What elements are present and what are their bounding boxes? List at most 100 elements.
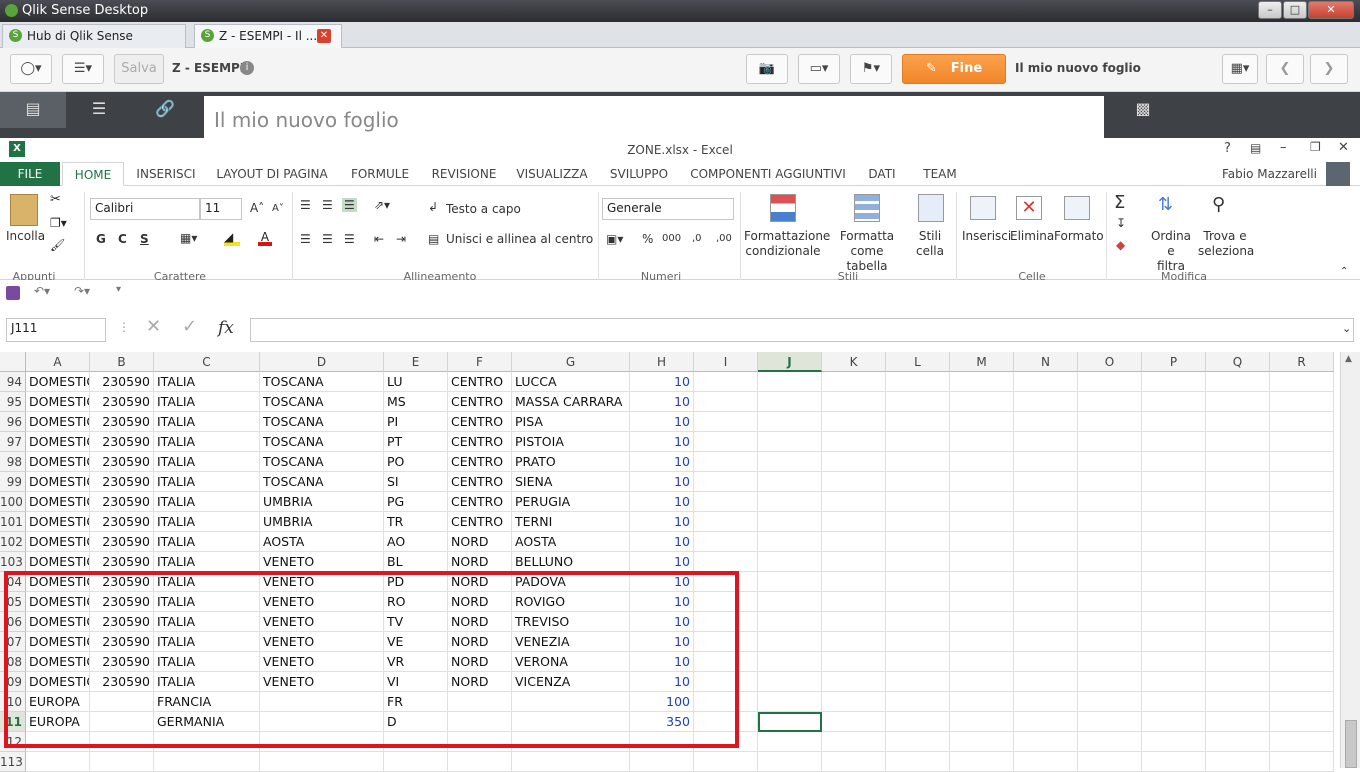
- cell-f[interactable]: NORD: [448, 552, 512, 572]
- cell-m[interactable]: [950, 452, 1014, 472]
- cell-n[interactable]: [1014, 672, 1078, 692]
- close-window-button[interactable]: ✕: [1308, 1, 1354, 19]
- cell-h[interactable]: 10: [630, 372, 694, 392]
- cell-f[interactable]: [448, 752, 512, 772]
- cell-o[interactable]: [1078, 372, 1142, 392]
- cell-c[interactable]: ITALIA: [154, 472, 260, 492]
- cell-n[interactable]: [1014, 692, 1078, 712]
- cell-a[interactable]: DOMESTIC: [26, 552, 90, 572]
- align-middle-icon[interactable]: ☰: [322, 198, 333, 212]
- cell-l[interactable]: [886, 712, 950, 732]
- cell-o[interactable]: [1078, 532, 1142, 552]
- cell-k[interactable]: [822, 612, 886, 632]
- cell-j[interactable]: [758, 592, 822, 612]
- cell-h[interactable]: [630, 752, 694, 772]
- align-top-icon[interactable]: ☰: [300, 198, 311, 212]
- cell-r[interactable]: [1270, 632, 1334, 652]
- cell-r[interactable]: [1270, 692, 1334, 712]
- orientation-icon[interactable]: ⇗▾: [374, 198, 390, 212]
- cell-g[interactable]: TERNI: [512, 512, 630, 532]
- formula-input[interactable]: [250, 318, 1354, 342]
- font-color-icon[interactable]: A: [258, 230, 272, 246]
- align-bottom-icon[interactable]: ☰: [342, 198, 357, 212]
- cancel-entry-icon[interactable]: ✕: [146, 316, 161, 337]
- cell-c[interactable]: ITALIA: [154, 392, 260, 412]
- column-header-l[interactable]: L: [886, 352, 950, 372]
- cell-m[interactable]: [950, 412, 1014, 432]
- cell-d[interactable]: TOSCANA: [260, 452, 384, 472]
- cell-b[interactable]: [90, 752, 154, 772]
- cell-i[interactable]: [694, 372, 758, 392]
- cell-e[interactable]: PG: [384, 492, 448, 512]
- cell-j[interactable]: [758, 612, 822, 632]
- format-as-table-icon[interactable]: [854, 194, 880, 222]
- cell-q[interactable]: [1206, 732, 1270, 752]
- cell-k[interactable]: [822, 732, 886, 752]
- conditional-formatting-button[interactable]: Formattazione condizionale: [744, 229, 830, 259]
- cell-g[interactable]: MASSA CARRARA: [512, 392, 630, 412]
- name-box[interactable]: J111: [6, 318, 106, 342]
- fields-panel-tab[interactable]: ☰: [66, 92, 132, 128]
- paste-icon[interactable]: [10, 194, 38, 226]
- tab-team[interactable]: TEAM: [916, 162, 964, 186]
- cell-k[interactable]: [822, 752, 886, 772]
- sort-filter-button[interactable]: Ordina e filtra: [1146, 229, 1196, 274]
- cell-c[interactable]: ITALIA: [154, 452, 260, 472]
- cell-k[interactable]: [822, 712, 886, 732]
- cell-p[interactable]: [1142, 692, 1206, 712]
- font-name-select[interactable]: Calibri: [90, 198, 200, 220]
- active-cell[interactable]: [758, 712, 822, 732]
- cell-j[interactable]: [758, 492, 822, 512]
- cell-q[interactable]: [1206, 752, 1270, 772]
- cell-a[interactable]: DOMESTIC: [26, 492, 90, 512]
- column-header-m[interactable]: M: [950, 352, 1014, 372]
- cell-r[interactable]: [1270, 712, 1334, 732]
- column-header-j[interactable]: J: [758, 352, 822, 372]
- cell-j[interactable]: [758, 552, 822, 572]
- select-all-corner[interactable]: [0, 352, 26, 372]
- cell-p[interactable]: [1142, 452, 1206, 472]
- cell-m[interactable]: [950, 552, 1014, 572]
- cell-n[interactable]: [1014, 552, 1078, 572]
- cell-a[interactable]: DOMESTIC: [26, 412, 90, 432]
- cell-b[interactable]: 230590: [90, 412, 154, 432]
- row-header[interactable]: 101: [0, 512, 26, 532]
- tab-formulas[interactable]: FORMULE: [344, 162, 416, 186]
- cell-e[interactable]: PO: [384, 452, 448, 472]
- cell-o[interactable]: [1078, 652, 1142, 672]
- cell-g[interactable]: PISA: [512, 412, 630, 432]
- cell-n[interactable]: [1014, 412, 1078, 432]
- cell-styles-button[interactable]: Stili cella: [910, 229, 950, 259]
- column-header-p[interactable]: P: [1142, 352, 1206, 372]
- cell-d[interactable]: TOSCANA: [260, 472, 384, 492]
- maximize-button[interactable]: □: [1283, 1, 1307, 19]
- minimize-button[interactable]: –: [1258, 1, 1282, 19]
- cell-m[interactable]: [950, 652, 1014, 672]
- cell-j[interactable]: [758, 692, 822, 712]
- cell-g[interactable]: [512, 752, 630, 772]
- cell-i[interactable]: [694, 472, 758, 492]
- cell-d[interactable]: AOSTA: [260, 532, 384, 552]
- format-cells-icon[interactable]: [1064, 196, 1090, 220]
- cell-i[interactable]: [694, 392, 758, 412]
- row-header[interactable]: 97: [0, 432, 26, 452]
- cell-l[interactable]: [886, 572, 950, 592]
- cell-q[interactable]: [1206, 532, 1270, 552]
- format-cells-button[interactable]: Formato: [1054, 229, 1104, 243]
- cell-r[interactable]: [1270, 412, 1334, 432]
- cell-m[interactable]: [950, 692, 1014, 712]
- percent-icon[interactable]: %: [642, 232, 653, 246]
- cell-n[interactable]: [1014, 392, 1078, 412]
- cell-d[interactable]: TOSCANA: [260, 432, 384, 452]
- cell-d[interactable]: UMBRIA: [260, 512, 384, 532]
- insert-cells-button[interactable]: Inserisci: [962, 229, 1011, 243]
- cell-l[interactable]: [886, 372, 950, 392]
- increase-font-icon[interactable]: A˄: [250, 201, 264, 215]
- cell-m[interactable]: [950, 512, 1014, 532]
- cell-g[interactable]: AOSTA: [512, 532, 630, 552]
- cell-m[interactable]: [950, 492, 1014, 512]
- cell-c[interactable]: ITALIA: [154, 552, 260, 572]
- cell-l[interactable]: [886, 652, 950, 672]
- cell-g[interactable]: SIENA: [512, 472, 630, 492]
- bold-button[interactable]: G: [96, 232, 106, 246]
